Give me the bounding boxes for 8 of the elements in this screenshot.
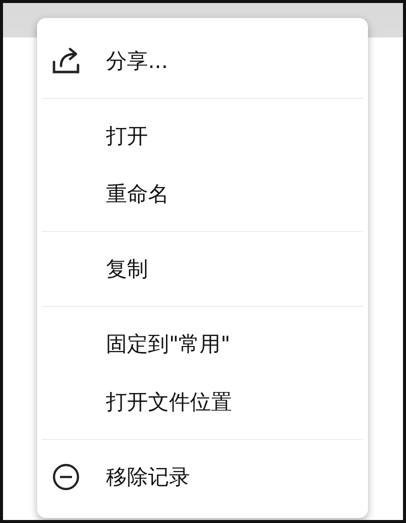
menu-item[interactable]: 打开文件位置 [106,388,232,416]
menu-item[interactable]: 分享... [106,47,168,75]
menu-item[interactable]: 固定到"常用" [106,330,230,358]
menu-item[interactable]: 重命名 [106,180,169,208]
menu-item[interactable]: 复制 [106,255,148,283]
menu-item[interactable]: 移除记录 [106,463,190,491]
menu-item[interactable]: 打开 [106,122,148,150]
remove-icon [51,462,81,492]
